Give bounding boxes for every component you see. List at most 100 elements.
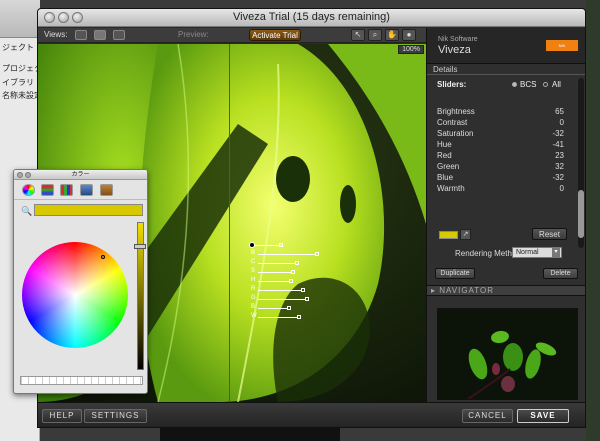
navigator-photo — [438, 309, 577, 399]
color-swatch-tray[interactable] — [20, 376, 143, 385]
navigator-header[interactable]: ▸ NAVIGATOR — [427, 285, 585, 296]
param-name: Red — [437, 151, 452, 160]
cp-slider-saturation[interactable] — [258, 272, 292, 273]
param-name: Saturation — [437, 129, 474, 138]
color-sliders-mode-icon[interactable] — [41, 184, 54, 196]
activate-trial-button[interactable]: Activate Trial — [249, 29, 301, 41]
rendering-method-value: Normal — [516, 249, 539, 256]
crayons-mode-icon[interactable] — [100, 184, 113, 196]
color-swatch[interactable] — [439, 231, 458, 239]
selected-color-bar — [34, 204, 143, 216]
cp-knob-brightness[interactable] — [315, 252, 319, 256]
brand-company: Nik Software — [438, 36, 478, 43]
cp-slider-warmth[interactable] — [258, 317, 298, 318]
color-wheel[interactable] — [22, 242, 128, 348]
control-point-slider-knob[interactable] — [279, 243, 283, 247]
cp-knob-red[interactable] — [301, 288, 305, 292]
cp-knob-blue[interactable] — [287, 306, 291, 310]
panel-scrollbar[interactable] — [578, 78, 584, 248]
background-toolbar — [0, 0, 40, 38]
cp-knob-hue[interactable] — [289, 279, 293, 283]
cp-slider-contrast[interactable] — [258, 263, 296, 264]
param-row[interactable]: Brightness 65 — [427, 106, 575, 117]
color-picker-title: カラー — [71, 172, 90, 178]
param-value: -41 — [552, 140, 564, 149]
background-item[interactable]: 名称未設定プロ — [2, 90, 40, 101]
param-row[interactable]: Warmth 0 — [427, 183, 575, 194]
param-name: Brightness — [437, 107, 475, 116]
pointer-tool-icon[interactable]: ↖ — [351, 29, 365, 41]
cp-label-contrast: C — [251, 259, 256, 265]
control-point-sliders: B C S H R G B W — [251, 250, 341, 330]
radio-bcs-label[interactable]: BCS — [520, 80, 536, 89]
param-name: Hue — [437, 140, 452, 149]
settings-button[interactable]: SETTINGS — [84, 409, 147, 423]
split-preview-line[interactable] — [229, 44, 230, 402]
cp-slider-red[interactable] — [258, 290, 302, 291]
cp-knob-contrast[interactable] — [295, 261, 299, 265]
title-bar[interactable]: Viveza Trial (15 days remaining) — [38, 9, 585, 27]
color-picker-modes — [14, 180, 147, 200]
eyedropper-icon[interactable]: ↗ — [460, 229, 471, 240]
param-row[interactable]: Green 32 — [427, 161, 575, 172]
navigator-thumbnail[interactable] — [437, 308, 578, 400]
view-split-button[interactable] — [94, 30, 106, 40]
color-palettes-mode-icon[interactable] — [60, 184, 73, 196]
param-name: Contrast — [437, 118, 468, 127]
color-wheel-cursor[interactable] — [101, 255, 105, 259]
background-item[interactable]: ジェクト — [2, 42, 40, 53]
rendering-method-select[interactable]: Normal ▾ — [512, 247, 562, 258]
hand-tool-icon[interactable]: ✋ — [385, 29, 399, 41]
param-row[interactable]: Contrast 0 — [427, 117, 575, 128]
param-row[interactable]: Hue -41 — [427, 139, 575, 150]
param-value: 0 — [559, 184, 564, 193]
control-point-slider-line[interactable] — [255, 245, 281, 246]
brightness-slider-thumb[interactable] — [134, 244, 146, 249]
param-value: 32 — [555, 162, 564, 171]
panel-scroll-thumb[interactable] — [578, 190, 584, 238]
cp-slider-brightness[interactable] — [258, 254, 316, 255]
radio-all-label[interactable]: All — [552, 80, 561, 89]
cp-slider-green[interactable] — [258, 299, 306, 300]
cp-label-brightness: B — [251, 250, 256, 256]
cp-knob-warmth[interactable] — [297, 315, 301, 319]
param-row[interactable]: Saturation -32 — [427, 128, 575, 139]
color-picker-titlebar[interactable]: カラー — [14, 170, 147, 180]
view-single-button[interactable] — [75, 30, 87, 40]
cp-slider-blue[interactable] — [258, 308, 288, 309]
brand-header: Nik Software Viveza NIK — [427, 28, 585, 64]
radio-bcs[interactable] — [512, 82, 517, 87]
help-button[interactable]: HELP — [42, 409, 82, 423]
param-name: Green — [437, 162, 460, 171]
param-name: Warmth — [437, 184, 465, 193]
navigator-label: NAVIGATOR — [439, 286, 495, 295]
view-side-by-side-button[interactable] — [113, 30, 125, 40]
details-header[interactable]: Details — [427, 64, 585, 75]
nik-logo: NIK — [546, 40, 578, 51]
radio-all[interactable] — [543, 82, 548, 87]
param-name: Blue — [437, 173, 454, 182]
param-value: 23 — [555, 151, 564, 160]
background-item[interactable]: イブラリ — [2, 77, 40, 88]
color-wheel-mode-icon[interactable] — [22, 184, 35, 196]
window-title: Viveza Trial (15 days remaining) — [233, 11, 390, 23]
background-item[interactable]: プロジェクト — [2, 63, 40, 74]
cancel-button[interactable]: CANCEL — [462, 409, 513, 423]
control-point-tool-icon[interactable]: ● — [402, 29, 416, 41]
param-row[interactable]: Red 23 — [427, 150, 575, 161]
triangle-icon: ▸ — [431, 286, 440, 295]
delete-button[interactable]: Delete — [543, 268, 578, 279]
param-row[interactable]: Blue -32 — [427, 172, 575, 183]
cp-knob-green[interactable] — [305, 297, 309, 301]
cp-label-green: G — [251, 295, 256, 301]
cp-knob-saturation[interactable] — [291, 270, 295, 274]
cp-slider-hue[interactable] — [258, 281, 290, 282]
rendering-method-label: Rendering Method — [455, 249, 521, 258]
image-palettes-mode-icon[interactable] — [80, 184, 93, 196]
reset-button[interactable]: Reset — [532, 228, 567, 240]
save-button[interactable]: SAVE — [517, 409, 569, 423]
param-value: 0 — [559, 118, 564, 127]
duplicate-button[interactable]: Duplicate — [435, 268, 475, 279]
zoom-tool-icon[interactable]: ⌕ — [368, 29, 382, 41]
magnifier-icon[interactable]: 🔍 — [21, 206, 32, 217]
